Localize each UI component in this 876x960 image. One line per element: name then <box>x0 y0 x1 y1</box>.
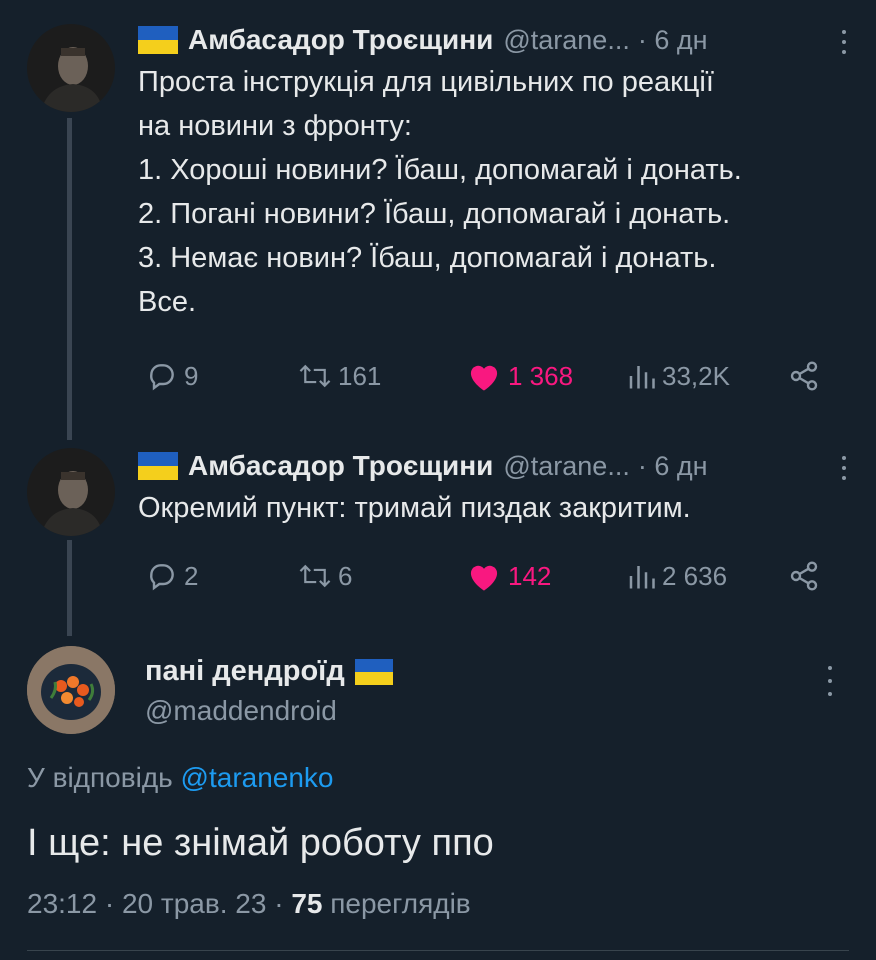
author-name[interactable]: Амбасадор Троєщини <box>188 24 493 56</box>
tweet-header: Амбасадор Троєщини @tarane... · 6 дн <box>138 448 836 484</box>
views-button[interactable]: 33,2K <box>626 361 730 392</box>
tweet-time[interactable]: · 6 дн <box>638 25 708 56</box>
timestamp[interactable]: 23:12 · 20 трав. 23 · <box>27 888 291 919</box>
views-button[interactable]: 2 636 <box>626 561 727 592</box>
views-count: 33,2K <box>662 360 730 391</box>
author-name[interactable]: Амбасадор Троєщини <box>188 450 493 482</box>
like-count: 1 368 <box>508 360 574 391</box>
more-icon[interactable] <box>832 452 856 484</box>
reply-author-name-text: пані дендроїд <box>145 655 345 687</box>
tweet[interactable]: Амбасадор Троєщини @tarane... · 6 дн Про… <box>0 0 876 440</box>
tweet[interactable]: Амбасадор Троєщини @tarane... · 6 дн Окр… <box>0 440 876 640</box>
reply-button[interactable]: 2 <box>146 560 198 592</box>
share-icon <box>790 361 818 391</box>
reply-icon <box>150 364 174 391</box>
views-icon <box>629 566 655 589</box>
ukraine-flag-icon <box>354 658 393 685</box>
share-icon <box>790 561 818 591</box>
more-icon[interactable] <box>832 26 856 58</box>
retweet-button[interactable]: 161 <box>298 361 381 392</box>
like-button[interactable]: 1 368 <box>466 360 573 392</box>
retweet-icon <box>299 564 331 588</box>
divider <box>27 950 849 951</box>
reply-text: І ще: не знімай роботу ппо <box>27 822 494 864</box>
retweet-button[interactable]: 6 <box>298 561 352 592</box>
views-count-number: 75 <box>291 888 323 919</box>
reply-button[interactable]: 9 <box>146 360 198 392</box>
tweet-actions: 2 6 142 2 636 <box>0 556 876 596</box>
views-label: переглядів <box>322 888 471 919</box>
share-button[interactable] <box>788 560 826 592</box>
tweet-meta: 23:12 · 20 трав. 23 · 75 переглядів <box>27 888 471 920</box>
tweet-header: Амбасадор Троєщини @tarane... · 6 дн <box>138 22 836 58</box>
reply-count: 9 <box>184 360 199 391</box>
replying-to: У відповідь @taranenko <box>27 762 334 794</box>
ukraine-flag-icon <box>138 452 178 480</box>
reply-author-handle[interactable]: @maddendroid <box>145 695 337 727</box>
like-button[interactable]: 142 <box>466 560 551 592</box>
avatar[interactable] <box>27 448 115 536</box>
ukraine-flag-icon <box>138 26 178 54</box>
like-count: 142 <box>508 560 552 591</box>
views-count: 2 636 <box>662 560 728 591</box>
retweet-icon <box>299 364 331 388</box>
reply-author-name[interactable]: пані дендроїд <box>145 655 403 688</box>
tweet-time[interactable]: · 6 дн <box>638 451 708 482</box>
heart-icon <box>470 565 498 591</box>
tweet-actions: 9 161 1 368 33,2K <box>0 356 876 396</box>
share-button[interactable] <box>788 360 826 392</box>
tweet-thread-page: Амбасадор Троєщини @tarane... · 6 дн Про… <box>0 0 876 960</box>
reply-count: 2 <box>184 560 199 591</box>
reply-icon <box>150 564 174 591</box>
views-icon <box>629 366 655 389</box>
avatar[interactable] <box>27 24 115 112</box>
replying-mention-link[interactable]: @taranenko <box>181 762 334 793</box>
author-handle[interactable]: @tarane... <box>503 25 629 56</box>
tweet-text: Проста інструкція для цивільних по реакц… <box>138 66 742 318</box>
retweet-count: 6 <box>338 560 353 591</box>
author-handle[interactable]: @tarane... <box>503 451 629 482</box>
more-icon[interactable] <box>826 666 834 696</box>
avatar[interactable] <box>27 646 115 734</box>
replying-prefix: У відповідь <box>27 762 173 793</box>
tweet-text: Окремий пункт: тримай пиздак закритим. <box>138 492 691 524</box>
heart-icon <box>470 365 498 391</box>
retweet-count: 161 <box>338 360 382 391</box>
